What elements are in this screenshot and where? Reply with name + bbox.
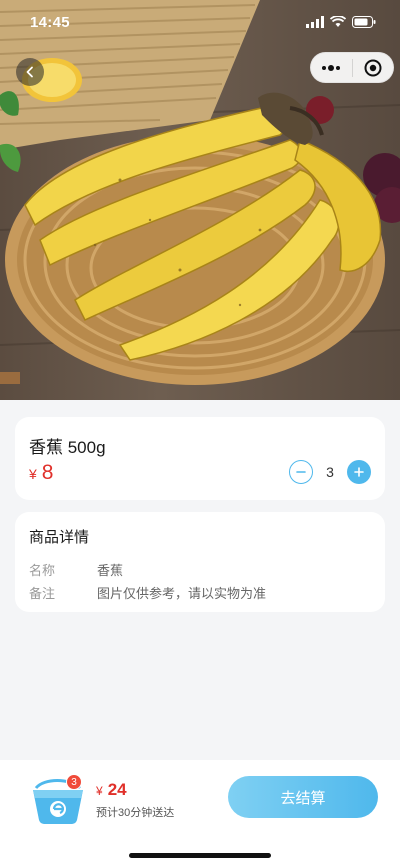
total-value: 24 — [107, 780, 127, 799]
plus-icon — [354, 467, 364, 477]
price-value: 8 — [41, 461, 54, 484]
product-name: 香蕉 500g — [29, 438, 106, 457]
product-image: 14:45 — [0, 0, 400, 400]
total-price: ¥ 24 — [96, 780, 127, 800]
quantity-value: 3 — [326, 464, 334, 480]
miniprogram-capsule — [310, 52, 394, 83]
status-icons — [306, 16, 376, 28]
battery-icon — [352, 16, 376, 28]
back-button[interactable] — [16, 58, 44, 86]
delivery-eta: 预计30分钟送达 — [96, 807, 175, 819]
status-bar: 14:45 — [0, 0, 400, 44]
decrease-quantity-button[interactable] — [289, 460, 313, 484]
detail-key: 备注 — [29, 586, 56, 601]
product-card: 香蕉 500g ¥ 8 3 — [15, 417, 385, 500]
total-currency: ¥ — [96, 784, 103, 798]
detail-value: 香蕉 — [97, 563, 124, 578]
checkout-button[interactable]: 去结算 — [228, 776, 378, 818]
close-miniprogram-button[interactable] — [353, 53, 394, 82]
detail-row-name: 名称 香蕉 — [29, 560, 123, 579]
details-title: 商品详情 — [29, 529, 90, 546]
wifi-icon — [330, 16, 346, 27]
product-price: ¥ 8 — [29, 461, 53, 485]
product-details-card: 商品详情 名称 香蕉 备注 图片仅供参考，请以实物为准 — [15, 512, 385, 612]
increase-quantity-button[interactable] — [347, 460, 371, 484]
more-button[interactable] — [311, 53, 352, 82]
price-currency: ¥ — [29, 466, 37, 482]
home-indicator — [129, 853, 271, 858]
target-close-icon — [364, 59, 382, 76]
more-dots-icon — [322, 64, 341, 71]
quantity-stepper: 3 — [289, 460, 371, 484]
cart-count-badge: 3 — [66, 774, 82, 790]
checkout-bar: 3 ¥ 24 预计30分钟送达 去结算 — [0, 760, 400, 866]
chevron-left-icon — [26, 66, 33, 78]
detail-row-note: 备注 图片仅供参考，请以实物为准 — [29, 583, 266, 602]
minus-icon — [296, 471, 306, 473]
status-time: 14:45 — [30, 13, 70, 31]
detail-key: 名称 — [29, 563, 56, 578]
detail-value: 图片仅供参考，请以实物为准 — [97, 586, 267, 601]
signal-icon — [306, 16, 324, 28]
